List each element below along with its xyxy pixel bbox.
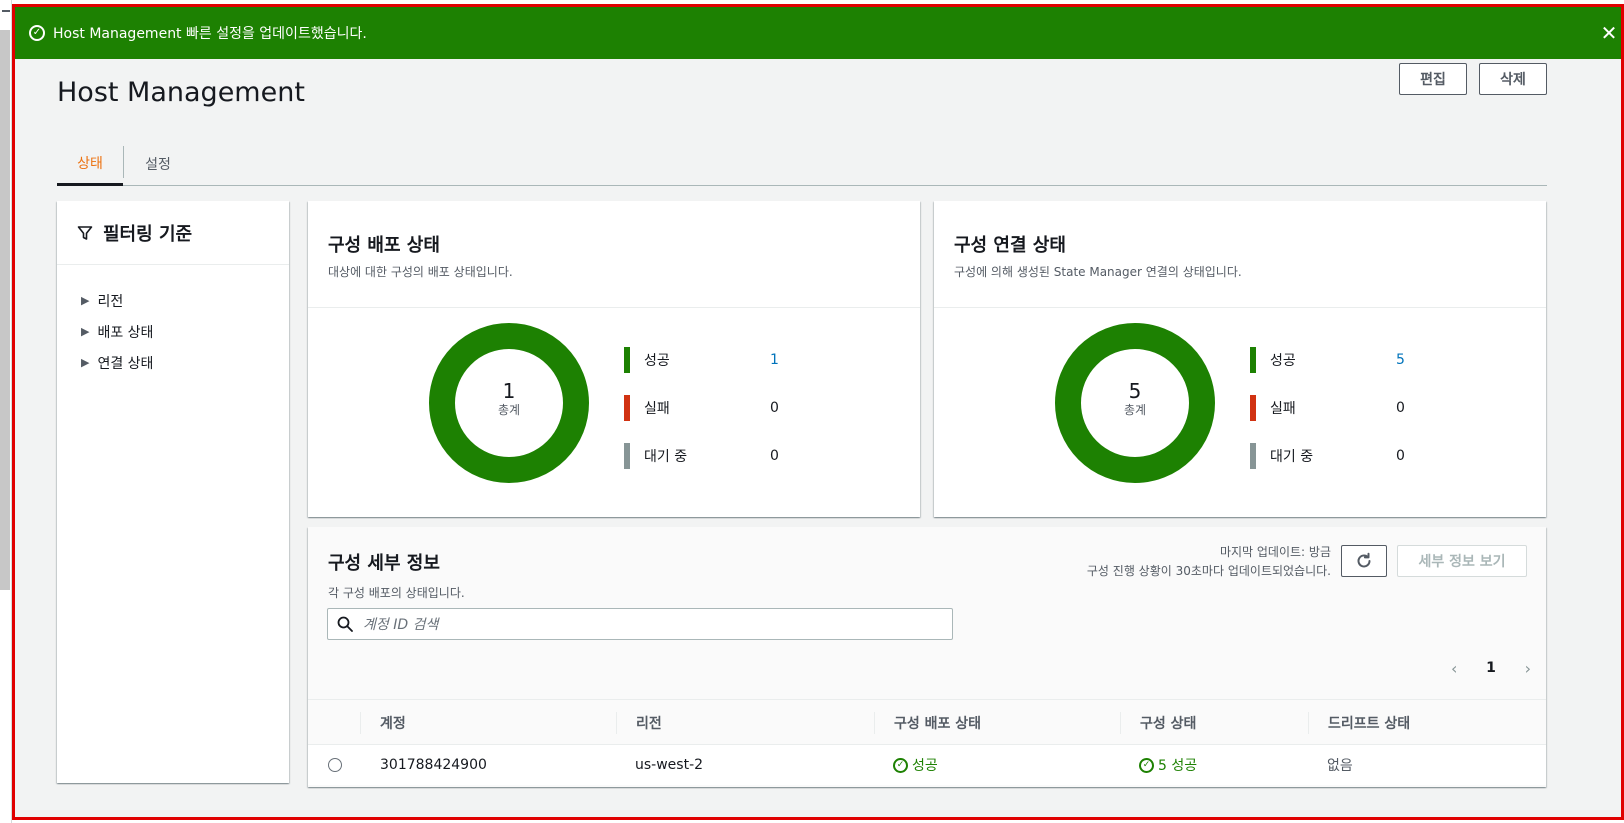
- donut-total: 5: [1128, 379, 1142, 403]
- legend-value: 0: [1396, 400, 1405, 416]
- filter-item-region[interactable]: ▶ 리전: [57, 285, 289, 316]
- column-header-account[interactable]: 계정: [360, 700, 406, 746]
- legend-value: 0: [770, 448, 779, 464]
- filter-item-label: 리전: [97, 293, 124, 310]
- caret-right-icon: ▶: [81, 325, 90, 338]
- chevron-right-icon[interactable]: ›: [1525, 659, 1531, 678]
- legend-label: 실패: [1270, 401, 1296, 417]
- view-details-button[interactable]: 세부 정보 보기: [1397, 545, 1527, 577]
- column-header-region[interactable]: 리전: [616, 700, 662, 746]
- legend-failed: 실패 0: [1250, 395, 1405, 421]
- legend-failed: 실패 0: [624, 395, 779, 421]
- page-title: Host Management: [57, 77, 305, 108]
- edge-mark: [2, 10, 10, 12]
- deploy-status-text: 성공: [912, 758, 938, 774]
- browser-edge: [0, 0, 12, 823]
- table-row[interactable]: 301788424900 us-west-2 ✓ 성공 ✓ 5 성공 없음: [308, 745, 1546, 785]
- association-status-card: 구성 연결 상태 구성에 의해 생성된 State Manager 연결의 상태…: [934, 201, 1546, 517]
- legend-success: 성공 1: [624, 347, 779, 373]
- flash-message: Host Management 빠른 설정을 업데이트했습니다.: [53, 26, 367, 42]
- search-placeholder: 계정 ID 검색: [363, 617, 439, 633]
- legend-swatch: [1250, 395, 1256, 421]
- last-updated-text: 마지막 업데이트: 방금: [1219, 545, 1331, 559]
- card-description: 구성에 의해 생성된 State Manager 연결의 상태입니다.: [954, 265, 1242, 279]
- page-number[interactable]: 1: [1486, 660, 1496, 676]
- column-header-drift-status[interactable]: 드리프트 상태: [1308, 700, 1410, 746]
- tab-status[interactable]: 상태: [57, 142, 123, 186]
- refresh-icon: [1357, 552, 1371, 568]
- chevron-left-icon[interactable]: ‹: [1451, 659, 1457, 678]
- refresh-button[interactable]: [1341, 545, 1387, 577]
- caret-right-icon: ▶: [81, 294, 90, 307]
- filter-item-label: 연결 상태: [97, 355, 154, 372]
- legend-success: 성공 5: [1250, 347, 1405, 373]
- tab-divider: [123, 146, 124, 178]
- success-check-icon: ✓: [29, 25, 45, 41]
- deployment-status-card: 구성 배포 상태 대상에 대한 구성의 배포 상태입니다. 1 총계 성공 1 …: [308, 201, 920, 517]
- card-title: 구성 배포 상태: [328, 235, 440, 256]
- success-check-icon: ✓: [1139, 757, 1154, 773]
- config-status-text: 5 성공: [1158, 758, 1198, 774]
- details-description: 각 구성 배포의 상태입니다.: [328, 586, 465, 600]
- delete-button[interactable]: 삭제: [1479, 63, 1547, 95]
- column-header-deploy-status[interactable]: 구성 배포 상태: [874, 700, 981, 746]
- configuration-details-panel: 구성 세부 정보 각 구성 배포의 상태입니다. 마지막 업데이트: 방금 구성…: [308, 527, 1546, 787]
- legend-label: 대기 중: [644, 449, 688, 465]
- tab-bar: 상태 설정: [57, 142, 1547, 186]
- table-header: 계정 리전 구성 배포 상태 구성 상태 드리프트 상태: [308, 699, 1546, 745]
- config-status-cell: ✓ 5 성공: [1139, 745, 1197, 785]
- legend-swatch: [1250, 443, 1256, 469]
- filter-item-deployment-status[interactable]: ▶ 배포 상태: [57, 316, 289, 347]
- legend-label: 성공: [644, 353, 670, 369]
- deploy-status-cell: ✓ 성공: [893, 745, 938, 785]
- filter-panel: 필터링 기준 ▶ 리전 ▶ 배포 상태 ▶ 연결 상태: [57, 201, 289, 783]
- account-cell: 301788424900: [380, 757, 487, 773]
- donut-total-label: 총계: [1123, 403, 1147, 417]
- region-cell: us-west-2: [635, 757, 704, 773]
- card-description: 대상에 대한 구성의 배포 상태입니다.: [328, 265, 513, 279]
- caret-right-icon: ▶: [81, 356, 90, 369]
- donut-total-label: 총계: [497, 403, 521, 417]
- edit-button[interactable]: 편집: [1399, 63, 1467, 95]
- legend-pending: 대기 중 0: [624, 443, 779, 469]
- account-search-input[interactable]: 계정 ID 검색: [327, 608, 953, 640]
- legend-swatch: [624, 347, 630, 373]
- donut-total: 1: [502, 379, 516, 403]
- pagination: ‹ 1 ›: [1451, 657, 1531, 679]
- column-header-config-status[interactable]: 구성 상태: [1120, 700, 1196, 746]
- legend-label: 대기 중: [1270, 449, 1314, 465]
- console-frame: ✓ Host Management 빠른 설정을 업데이트했습니다. ✕ Hos…: [12, 4, 1624, 820]
- filter-item-association-status[interactable]: ▶ 연결 상태: [57, 347, 289, 378]
- legend-value: 0: [770, 400, 779, 416]
- update-note-text: 구성 진행 상황이 30초마다 업데이트되었습니다.: [1086, 564, 1331, 578]
- filter-item-label: 배포 상태: [97, 324, 154, 341]
- tab-settings[interactable]: 설정: [125, 142, 191, 186]
- legend-swatch: [624, 395, 630, 421]
- legend-value-link[interactable]: 1: [770, 352, 779, 368]
- legend-pending: 대기 중 0: [1250, 443, 1405, 469]
- legend-label: 성공: [1270, 353, 1296, 369]
- filter-icon: [77, 225, 93, 241]
- legend-label: 실패: [644, 401, 670, 417]
- filter-header: 필터링 기준: [57, 201, 289, 265]
- legend-value: 0: [1396, 448, 1405, 464]
- details-title: 구성 세부 정보: [328, 553, 440, 574]
- search-icon: [337, 616, 353, 632]
- row-radio-button[interactable]: [328, 758, 342, 772]
- success-flashbar: ✓ Host Management 빠른 설정을 업데이트했습니다. ✕: [15, 7, 1621, 59]
- success-check-icon: ✓: [893, 757, 908, 773]
- legend-swatch: [624, 443, 630, 469]
- filter-title: 필터링 기준: [103, 223, 193, 245]
- drift-status-cell: 없음: [1327, 758, 1353, 774]
- close-icon[interactable]: ✕: [1597, 21, 1621, 45]
- card-title: 구성 연결 상태: [954, 235, 1066, 256]
- scrollbar[interactable]: [0, 30, 10, 590]
- legend-value-link[interactable]: 5: [1396, 352, 1405, 368]
- row-select-cell: [328, 745, 342, 785]
- update-info: 마지막 업데이트: 방금 구성 진행 상황이 30초마다 업데이트되었습니다.: [1087, 543, 1331, 581]
- legend-swatch: [1250, 347, 1256, 373]
